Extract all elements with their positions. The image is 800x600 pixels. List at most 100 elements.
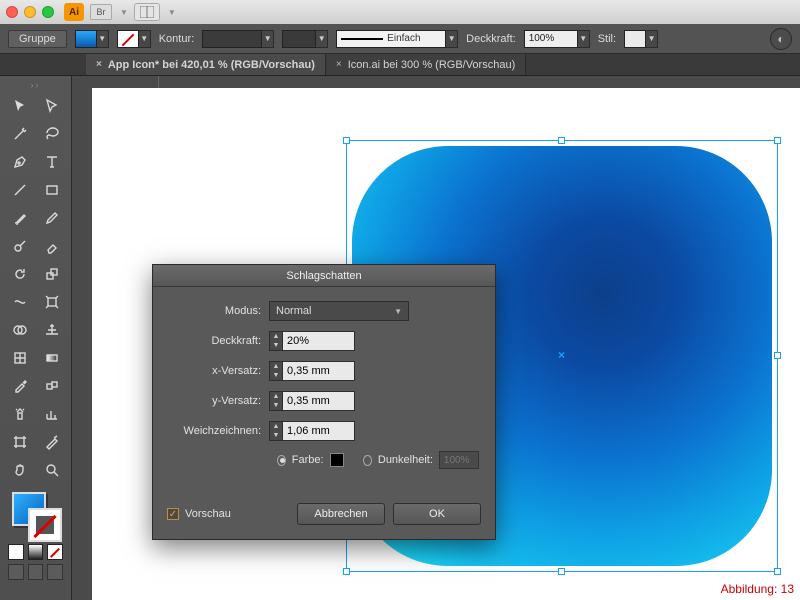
column-graph-tool[interactable]: [38, 402, 66, 426]
graphic-style-swatch[interactable]: [624, 30, 646, 48]
y-offset-stepper[interactable]: ▲▼: [269, 391, 283, 411]
panel-grip[interactable]: ››: [4, 80, 67, 90]
bridge-button[interactable]: Br: [90, 4, 112, 20]
resize-handle-n[interactable]: [558, 137, 565, 144]
darkness-radio[interactable]: [363, 455, 372, 466]
selection-tool[interactable]: [6, 94, 34, 118]
y-offset-label: y-Versatz:: [169, 395, 269, 407]
eraser-tool[interactable]: [38, 234, 66, 258]
stroke-preview-menu[interactable]: ▼: [262, 30, 274, 48]
close-window-button[interactable]: [6, 6, 18, 18]
fill-swatch-menu[interactable]: ▼: [97, 30, 109, 48]
stroke-swatch-menu[interactable]: ▼: [139, 30, 151, 48]
panel-menu-button[interactable]: ◐: [770, 28, 792, 50]
fill-stroke-indicator[interactable]: [4, 486, 32, 542]
line-segment-tool[interactable]: [6, 178, 34, 202]
color-radio-label: Farbe:: [292, 454, 324, 466]
color-mode-solid[interactable]: [8, 544, 24, 560]
blob-brush-tool[interactable]: [6, 234, 34, 258]
resize-handle-e[interactable]: [774, 352, 781, 359]
draw-mode-inside[interactable]: [47, 564, 63, 580]
resize-handle-nw[interactable]: [343, 137, 350, 144]
stroke-preview[interactable]: [202, 30, 262, 48]
graphic-style-menu[interactable]: ▼: [646, 30, 658, 48]
gradient-tool[interactable]: [38, 346, 66, 370]
opacity-menu[interactable]: ▼: [578, 30, 590, 48]
shadow-color-chip[interactable]: [330, 453, 344, 467]
opacity-label: Deckkraft:: [466, 33, 516, 45]
dialog-opacity-label: Deckkraft:: [169, 335, 269, 347]
free-transform-tool[interactable]: [38, 290, 66, 314]
perspective-grid-tool[interactable]: [38, 318, 66, 342]
hand-tool[interactable]: [6, 458, 34, 482]
stroke-weight-field[interactable]: [282, 30, 316, 48]
chevron-down-icon: ▼: [394, 307, 402, 316]
preview-checkbox[interactable]: ✓: [167, 508, 179, 520]
symbol-sprayer-tool[interactable]: [6, 402, 34, 426]
draw-mode-behind[interactable]: [28, 564, 44, 580]
rotate-tool[interactable]: [6, 262, 34, 286]
opacity-stepper[interactable]: ▲▼: [269, 331, 283, 351]
close-tab-icon[interactable]: ×: [336, 59, 342, 70]
stroke-swatch[interactable]: [117, 30, 139, 48]
brush-style-combo[interactable]: Einfach: [336, 30, 446, 48]
resize-handle-sw[interactable]: [343, 568, 350, 575]
width-tool[interactable]: [6, 290, 34, 314]
document-tab-2[interactable]: × Icon.ai bei 300 % (RGB/Vorschau): [326, 54, 526, 75]
direct-selection-tool[interactable]: [38, 94, 66, 118]
selection-type-label: Gruppe: [8, 30, 67, 48]
bridge-menu-caret[interactable]: ▼: [120, 8, 128, 17]
blur-input[interactable]: [283, 421, 355, 441]
arrange-menu-caret[interactable]: ▼: [168, 8, 176, 17]
x-offset-stepper[interactable]: ▲▼: [269, 361, 283, 381]
paintbrush-tool[interactable]: [6, 206, 34, 230]
resize-handle-ne[interactable]: [774, 137, 781, 144]
mode-label: Modus:: [169, 305, 269, 317]
draw-mode-normal[interactable]: [8, 564, 24, 580]
graphic-style-label: Stil:: [598, 33, 616, 45]
cancel-button[interactable]: Abbrechen: [297, 503, 385, 525]
opacity-field[interactable]: 100%: [524, 30, 578, 48]
selection-center-icon: ×: [558, 348, 565, 362]
arrange-documents-button[interactable]: [134, 3, 160, 21]
slice-tool[interactable]: [38, 430, 66, 454]
blur-stepper[interactable]: ▲▼: [269, 421, 283, 441]
stroke-weight-menu[interactable]: ▼: [316, 30, 328, 48]
opacity-input[interactable]: [283, 331, 355, 351]
color-mode-none[interactable]: [47, 544, 63, 560]
screen-mode-row: [4, 562, 67, 582]
x-offset-input[interactable]: [283, 361, 355, 381]
pen-tool[interactable]: [6, 150, 34, 174]
mode-value: Normal: [276, 305, 311, 317]
y-offset-input[interactable]: [283, 391, 355, 411]
fill-swatch[interactable]: [75, 30, 97, 48]
rectangle-tool[interactable]: [38, 178, 66, 202]
color-mode-gradient[interactable]: [28, 544, 44, 560]
magic-wand-tool[interactable]: [6, 122, 34, 146]
resize-handle-s[interactable]: [558, 568, 565, 575]
mesh-tool[interactable]: [6, 346, 34, 370]
main-area: ››: [0, 76, 800, 600]
minimize-window-button[interactable]: [24, 6, 36, 18]
zoom-window-button[interactable]: [42, 6, 54, 18]
scale-tool[interactable]: [38, 262, 66, 286]
pencil-tool[interactable]: [38, 206, 66, 230]
zoom-tool[interactable]: [38, 458, 66, 482]
color-mode-row: [4, 542, 67, 562]
resize-handle-se[interactable]: [774, 568, 781, 575]
eyedropper-tool[interactable]: [6, 374, 34, 398]
artboard-tool[interactable]: [6, 430, 34, 454]
ok-button[interactable]: OK: [393, 503, 481, 525]
color-radio[interactable]: [277, 455, 286, 466]
blend-tool[interactable]: [38, 374, 66, 398]
type-tool[interactable]: [38, 150, 66, 174]
brush-style-menu[interactable]: ▼: [446, 30, 458, 48]
shape-builder-tool[interactable]: [6, 318, 34, 342]
dialog-title: Schlagschatten: [153, 265, 495, 287]
close-tab-icon[interactable]: ×: [96, 59, 102, 70]
lasso-tool[interactable]: [38, 122, 66, 146]
figure-caption: Abbildung: 13: [721, 582, 794, 596]
document-tabs: × App Icon* bei 420,01 % (RGB/Vorschau) …: [0, 54, 800, 76]
document-tab-1[interactable]: × App Icon* bei 420,01 % (RGB/Vorschau): [86, 54, 326, 75]
mode-combo[interactable]: Normal ▼: [269, 301, 409, 321]
